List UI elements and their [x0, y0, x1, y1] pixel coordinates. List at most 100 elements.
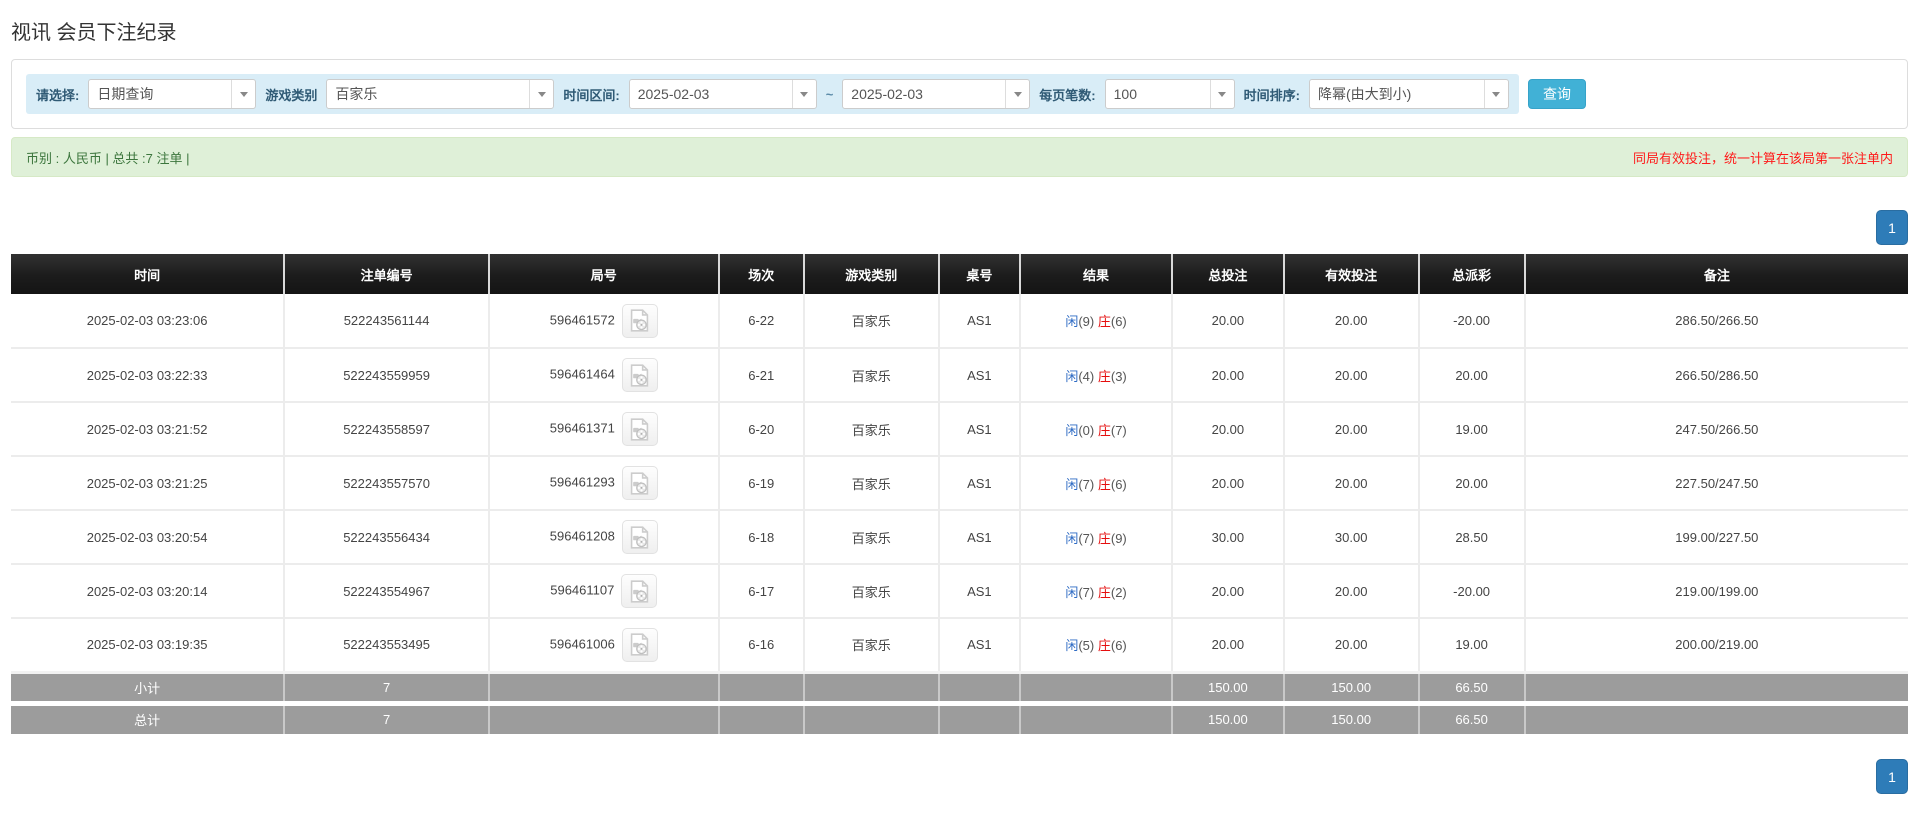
cell-round-id: 596461107	[488, 563, 719, 618]
cell-valid-bet: 20.00	[1282, 347, 1419, 402]
cell-total-payout: 20.00	[1417, 455, 1525, 510]
video-replay-button[interactable]	[621, 627, 658, 662]
cell-result: 闲(4) 庄(3)	[1019, 347, 1172, 402]
date-from-input[interactable]: 2025-02-03	[628, 79, 817, 109]
cell-round-id: 596461293	[488, 455, 719, 510]
cell-round-id: 596461572	[488, 294, 719, 348]
cell-total-payout: 19.00	[1417, 617, 1525, 672]
game-category-select[interactable]: 百家乐	[326, 79, 555, 109]
grand-total-row: 总计 7 150.00 150.00 66.50	[11, 700, 1908, 734]
cell-time: 2025-02-03 03:22:33	[11, 347, 285, 402]
cell-total-bet: 20.00	[1170, 455, 1284, 510]
query-type-select[interactable]: 日期查询	[88, 79, 257, 109]
column-header-total-bet: 总投注	[1170, 254, 1284, 294]
column-header-total-payout: 总派彩	[1417, 254, 1525, 294]
cell-note: 286.50/266.50	[1523, 294, 1908, 348]
cell-note: 219.00/199.00	[1523, 563, 1908, 618]
cell-valid-bet: 20.00	[1282, 563, 1419, 618]
summary-count: 7	[283, 670, 490, 703]
chevron-down-icon[interactable]	[1483, 80, 1508, 108]
cell-table-no: AS1	[937, 294, 1021, 348]
cell-session: 6-22	[717, 294, 804, 348]
cell-note: 200.00/219.00	[1523, 617, 1908, 672]
video-replay-button[interactable]	[621, 466, 658, 500]
column-header-result: 结果	[1019, 254, 1172, 294]
video-file-icon	[631, 363, 649, 387]
video-file-icon	[631, 633, 649, 656]
cell-round-id: 596461208	[488, 509, 719, 564]
table-row: 2025-02-03 03:19:35 522243553495 5964610…	[11, 617, 1908, 672]
chevron-down-icon[interactable]	[1209, 80, 1234, 108]
valid-bet-notice-text: 同局有效投注，统一计算在该局第一张注单内	[1632, 150, 1893, 166]
cell-total-payout: 19.00	[1417, 401, 1525, 456]
table-row: 2025-02-03 03:20:54 522243556434 5964612…	[11, 509, 1908, 564]
query-type-label: 请选择:	[36, 87, 80, 103]
cell-game-category: 百家乐	[802, 294, 939, 348]
cell-total-bet: 20.00	[1170, 617, 1284, 672]
video-replay-button[interactable]	[621, 574, 658, 608]
cell-total-payout: 20.00	[1417, 347, 1525, 402]
cell-table-no: AS1	[937, 455, 1021, 510]
cell-total-bet: 20.00	[1170, 347, 1284, 402]
page-size-select[interactable]: 100	[1104, 79, 1235, 109]
chevron-down-icon[interactable]	[791, 80, 816, 108]
video-replay-button[interactable]	[621, 520, 658, 554]
table-header-row: 时间 注单编号 局号 场次 游戏类别 桌号 结果 总投注 有效投注 总派彩 备注	[11, 254, 1908, 294]
table-row: 2025-02-03 03:20:14 522243554967 5964611…	[11, 563, 1908, 618]
summary-label: 总计	[11, 700, 285, 734]
date-to-value: 2025-02-03	[851, 86, 923, 102]
page-title: 视讯 会员下注纪录	[11, 22, 177, 44]
cell-valid-bet: 20.00	[1282, 294, 1419, 348]
cell-total-payout: -20.00	[1417, 294, 1525, 348]
cell-time: 2025-02-03 03:20:54	[11, 509, 285, 564]
page-1-button[interactable]: 1	[1876, 210, 1908, 245]
summary-valid-bet: 150.00	[1282, 670, 1419, 703]
search-button[interactable]: 查询	[1527, 79, 1586, 109]
cell-total-payout: -20.00	[1417, 563, 1525, 618]
column-header-note: 备注	[1523, 254, 1908, 294]
date-range-separator: ~	[825, 86, 834, 102]
video-replay-button[interactable]	[621, 303, 658, 338]
subtotal-row: 小计 7 150.00 150.00 66.50	[11, 670, 1908, 703]
cell-total-bet: 20.00	[1170, 563, 1284, 618]
pagination-bottom: 1	[11, 759, 1908, 794]
pagination-top: 1	[11, 210, 1908, 245]
chevron-down-icon[interactable]	[529, 80, 553, 108]
video-file-icon	[630, 579, 649, 603]
currency-summary-text: 币别 : 人民币 | 总共 :7 注单 |	[26, 150, 190, 166]
cell-round-id: 596461464	[488, 347, 719, 402]
cell-result: 闲(7) 庄(2)	[1019, 563, 1172, 618]
cell-note: 227.50/247.50	[1523, 455, 1908, 510]
video-replay-button[interactable]	[621, 412, 658, 446]
column-header-time: 时间	[11, 254, 285, 294]
cell-bet-id: 522243561144	[283, 294, 490, 348]
cell-round-id: 596461006	[488, 617, 719, 672]
cell-session: 6-16	[717, 617, 804, 672]
table-row: 2025-02-03 03:22:33 522243559959 5964614…	[11, 347, 1908, 402]
chevron-down-icon[interactable]	[1005, 80, 1029, 108]
cell-result: 闲(0) 庄(7)	[1019, 401, 1172, 456]
time-sort-select[interactable]: 降幂(由大到小)	[1308, 79, 1509, 109]
cell-result: 闲(7) 庄(6)	[1019, 455, 1172, 510]
column-header-game-category: 游戏类别	[802, 254, 939, 294]
page-1-button[interactable]: 1	[1876, 759, 1908, 794]
page-size-label: 每页笔数:	[1039, 87, 1096, 103]
chevron-down-icon[interactable]	[231, 80, 255, 108]
cell-note: 199.00/227.50	[1523, 509, 1908, 564]
cell-table-no: AS1	[937, 401, 1021, 456]
cell-game-category: 百家乐	[802, 401, 939, 456]
summary-payout: 66.50	[1417, 700, 1525, 734]
time-range-label: 时间区间:	[563, 87, 620, 103]
cell-valid-bet: 30.00	[1282, 509, 1419, 564]
date-to-input[interactable]: 2025-02-03	[842, 79, 1031, 109]
summary-valid-bet: 150.00	[1282, 700, 1419, 734]
filter-panel: 请选择: 日期查询 游戏类别 百家乐 时间区间: 2025-02-03 ~ 20…	[11, 59, 1908, 129]
video-replay-button[interactable]	[621, 358, 658, 392]
cell-bet-id: 522243553495	[283, 617, 490, 672]
time-sort-value: 降幂(由大到小)	[1317, 86, 1412, 102]
summary-bar: 币别 : 人民币 | 总共 :7 注单 | 同局有效投注，统一计算在该局第一张注…	[11, 137, 1908, 177]
date-from-value: 2025-02-03	[637, 86, 710, 102]
page-size-value: 100	[1113, 86, 1137, 102]
filter-bar: 请选择: 日期查询 游戏类别 百家乐 时间区间: 2025-02-03 ~ 20…	[26, 74, 1519, 114]
cell-time: 2025-02-03 03:23:06	[11, 294, 285, 348]
